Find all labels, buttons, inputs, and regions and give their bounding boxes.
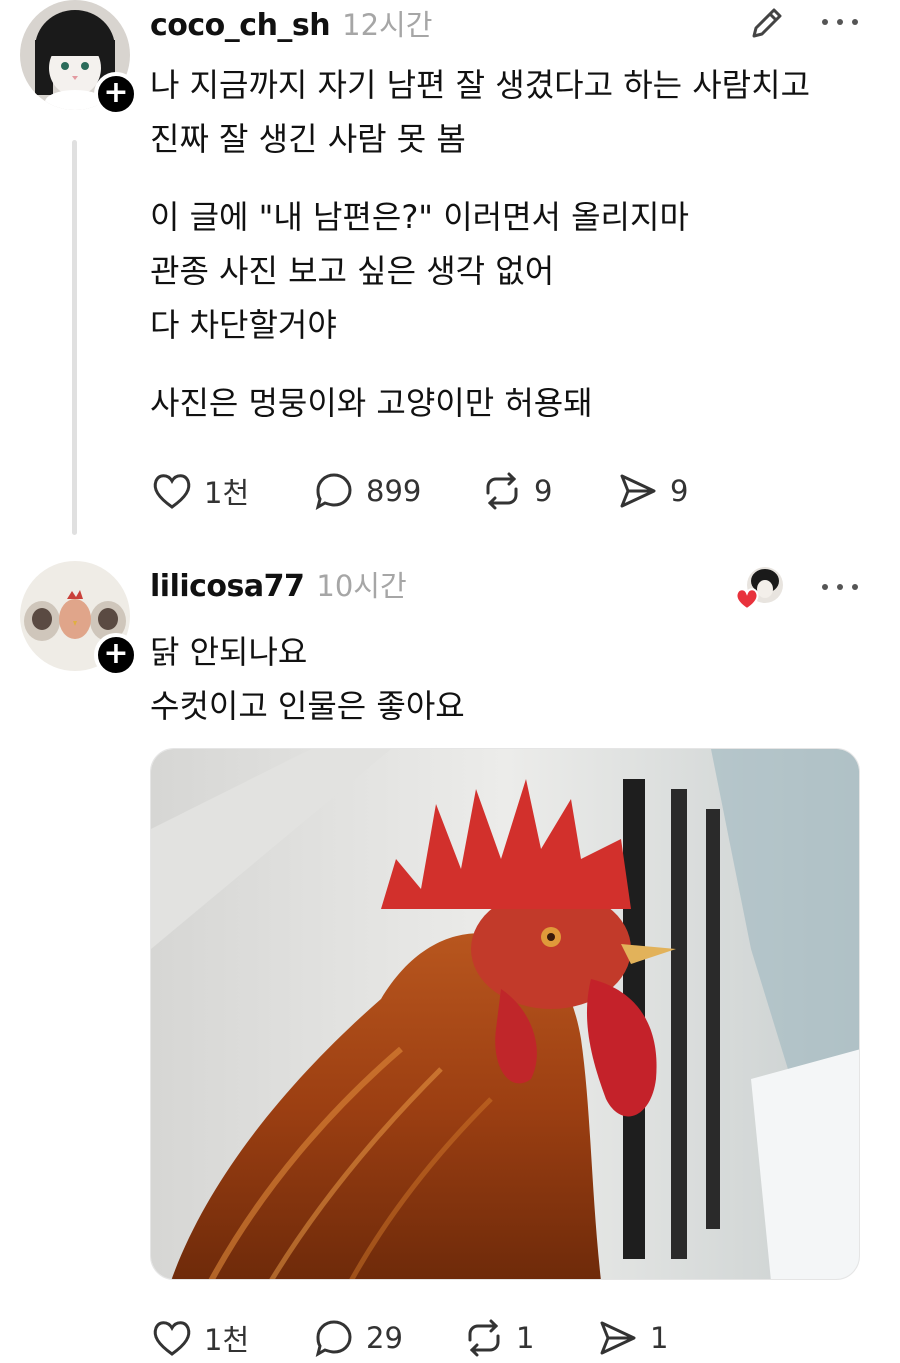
author-avatar[interactable]: + [20, 0, 138, 116]
like-button[interactable]: 1천 [150, 466, 249, 516]
repost-button[interactable]: 1 [462, 1313, 534, 1363]
action-bar: 1천 899 9 9 [150, 466, 850, 516]
repost-count: 1 [516, 1321, 535, 1355]
post-line: 닭 안되나요 [150, 633, 308, 671]
post-time: 10시간 [316, 569, 407, 603]
like-count: 1천 [204, 476, 250, 510]
thread-line [72, 140, 77, 535]
post-body: 닭 안되나요 수컷이고 인물은 좋아요 [150, 625, 465, 733]
post-line: 사진은 멍뭉이와 고양이만 허용돼 [150, 384, 593, 422]
post-line: 수컷이고 인물은 좋아요 [150, 687, 465, 725]
post-line: 관종 사진 보고 싶은 생각 없어 [150, 252, 555, 290]
username[interactable]: lilicosa77 [150, 569, 305, 604]
like-button[interactable]: 1천 [150, 1313, 249, 1363]
reply-count: 899 [366, 474, 422, 508]
like-count: 1천 [204, 1323, 250, 1357]
heart-icon [153, 1321, 191, 1356]
repost-icon [468, 1319, 500, 1357]
more-dots-icon[interactable] [820, 6, 860, 36]
rooster-photo[interactable] [150, 748, 860, 1280]
author-avatar[interactable]: + [20, 561, 138, 677]
action-bar: 1천 29 1 1 [150, 1313, 850, 1363]
comment-bubble-icon [315, 1320, 352, 1358]
reply-button[interactable]: 899 [312, 466, 421, 516]
heart-icon [153, 474, 191, 509]
username[interactable]: coco_ch_sh [150, 8, 331, 43]
send-icon [620, 474, 656, 508]
post-header: lilicosa77 10시간 [150, 563, 407, 613]
follow-plus-button[interactable]: + [94, 72, 138, 116]
post-body: 나 지금까지 자기 남편 잘 생겼다고 하는 사람치고 진짜 잘 생긴 사람 못… [150, 58, 810, 166]
share-count: 1 [650, 1321, 669, 1355]
post-time: 12시간 [342, 8, 433, 42]
send-icon [600, 1321, 636, 1355]
reply-count: 29 [366, 1321, 403, 1355]
follow-plus-button[interactable]: + [94, 633, 138, 677]
reply-button[interactable]: 29 [312, 1313, 403, 1363]
post-lilicosa: + lilicosa77 10시간 닭 안되나요 수컷이고 인물은 좋아요 1천… [0, 555, 900, 1363]
post-line: 나 지금까지 자기 남편 잘 생겼다고 하는 사람치고 [150, 66, 811, 104]
post-line: 이 글에 "내 남편은?" 이러면서 올리지마 [150, 198, 689, 236]
liked-by-author-heart-icon [735, 565, 785, 611]
share-button[interactable]: 9 [616, 466, 688, 516]
post-body: 이 글에 "내 남편은?" 이러면서 올리지마 관종 사진 보고 싶은 생각 없… [150, 190, 689, 352]
post-coco: + coco_ch_sh 12시간 나 지금까지 자기 남편 잘 생겼다고 하는… [0, 0, 900, 545]
repost-icon [486, 472, 518, 510]
share-count: 9 [670, 474, 689, 508]
post-header: coco_ch_sh 12시간 [150, 2, 432, 52]
post-line: 다 차단할거야 [150, 306, 337, 344]
comment-bubble-icon [315, 473, 352, 511]
post-line: 진짜 잘 생긴 사람 못 봄 [150, 120, 466, 158]
pencil-icon[interactable] [746, 2, 788, 44]
post-body: 사진은 멍뭉이와 고양이만 허용돼 [150, 376, 593, 430]
repost-button[interactable]: 9 [480, 466, 552, 516]
share-button[interactable]: 1 [596, 1313, 668, 1363]
more-dots-icon[interactable] [820, 571, 860, 601]
repost-count: 9 [534, 474, 553, 508]
